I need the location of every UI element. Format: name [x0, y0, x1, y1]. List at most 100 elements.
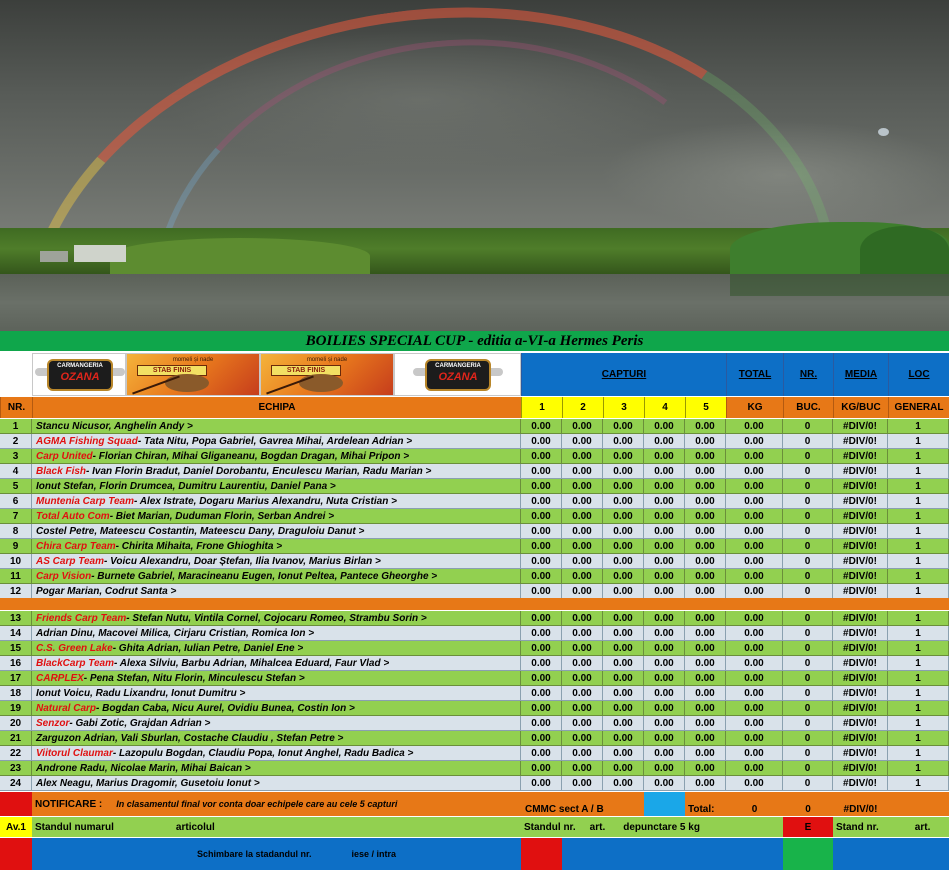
capture-5-value: 0.00: [685, 611, 726, 626]
table-row: 2 AGMA Fishing Squad - Tata Nitu, Popa Ga…: [0, 434, 949, 449]
media-value: #DIV/0!: [833, 626, 888, 641]
team-members: - Voicu Alexandru, Doar Ștefan, Ilia Iva…: [103, 555, 381, 567]
team-members: - Alex Istrate, Dogaru Marius Alexandru,…: [133, 495, 397, 507]
table-row: 24 Alex Neagu, Marius Dragomir, Gusetoiu …: [0, 776, 949, 791]
standul-numarul-label: Standul numarul: [35, 821, 114, 833]
buc-value: 0: [783, 671, 833, 686]
total-kg-value: 0.00: [726, 509, 783, 524]
capture-1-value: 0.00: [521, 584, 562, 599]
capture-4-value: 0.00: [644, 656, 685, 671]
total-kg-value: 0.00: [726, 776, 783, 791]
team-cell: Carp United - Florian Chiran, Mihai Glig…: [32, 449, 521, 464]
capture-1-value: 0.00: [521, 494, 562, 509]
team-cell: Adrian Dinu, Macovei Milica, Cirjaru Cri…: [32, 626, 521, 641]
capture-1-value: 0.00: [521, 731, 562, 746]
capture-2-value: 0.00: [562, 464, 603, 479]
stab-finis-logo-left: momeli și nade STAB FINIS: [126, 353, 260, 396]
capture-5-value: 0.00: [685, 569, 726, 584]
notificare-cell: NOTIFICARE : In clasamentul final vor co…: [32, 792, 521, 816]
buc-value: 0: [783, 761, 833, 776]
row-number: 18: [0, 686, 32, 701]
loc-general-value: 1: [888, 746, 949, 761]
team-members: - Pena Stefan, Nitu Florin, Minculescu S…: [83, 672, 305, 684]
loc-general-value: 1: [888, 524, 949, 539]
media-value: #DIV/0!: [833, 419, 888, 434]
capture-1-value: 0.00: [521, 701, 562, 716]
table-row: 19 Natural Carp - Bogdan Caba, Nicu Aurel…: [0, 701, 949, 716]
table-row: 22 Viitorul Claumar - Lazopulu Bogdan, Cl…: [0, 746, 949, 761]
total-kg-value: 0.00: [726, 731, 783, 746]
row-number: 9: [0, 539, 32, 554]
capture-3-value: 0.00: [603, 494, 644, 509]
buc-value: 0: [783, 569, 833, 584]
media-value: #DIV/0!: [833, 509, 888, 524]
team-members: Costel Petre, Mateescu Costantin, Matees…: [36, 525, 365, 537]
media-value: #DIV/0!: [833, 656, 888, 671]
team-cell: Zarguzon Adrian, Vali Sburlan, Costache …: [32, 731, 521, 746]
cmmc-cell: CMMC sect A / B: [521, 792, 644, 816]
header-capture-5: 5: [685, 397, 726, 418]
loc-general-value: 1: [888, 611, 949, 626]
loc-general-value: 1: [888, 494, 949, 509]
capture-4-value: 0.00: [644, 464, 685, 479]
row-number: 14: [0, 626, 32, 641]
capture-4-value: 0.00: [644, 761, 685, 776]
team-name: Friends Carp Team: [36, 612, 127, 624]
total-kg-value: 0.00: [726, 611, 783, 626]
capture-3-value: 0.00: [603, 761, 644, 776]
capture-4-value: 0.00: [644, 434, 685, 449]
capture-4-value: 0.00: [644, 449, 685, 464]
team-name: Viitorul Claumar: [36, 747, 113, 759]
capture-5-value: 0.00: [685, 641, 726, 656]
capture-4-value: 0.00: [644, 686, 685, 701]
capture-3-value: 0.00: [603, 524, 644, 539]
row-number: 11: [0, 569, 32, 584]
team-cell: Black Fish - Ivan Florin Bradut, Daniel …: [32, 464, 521, 479]
notificare-marker: [0, 792, 32, 816]
total-kg-value: 0.00: [726, 641, 783, 656]
team-cell: Senzor - Gabi Zotic, Grajdan Adrian >: [32, 716, 521, 731]
stand-nr-cell: Stand nr. art.: [833, 817, 949, 837]
table-row: 9 Chira Carp Team - Chirita Mihaita, Fron…: [0, 539, 949, 554]
total-loc-empty: [888, 792, 949, 816]
capture-4-value: 0.00: [644, 569, 685, 584]
capture-1-value: 0.00: [521, 611, 562, 626]
capture-3-value: 0.00: [603, 419, 644, 434]
standul-nr-cell: Standul nr. art. depunctare 5 kg: [521, 817, 783, 837]
buc-value: 0: [783, 464, 833, 479]
capture-2-value: 0.00: [562, 716, 603, 731]
capture-2-value: 0.00: [562, 419, 603, 434]
capture-1-value: 0.00: [521, 434, 562, 449]
header-media: MEDIA: [833, 353, 888, 396]
capture-4-value: 0.00: [644, 746, 685, 761]
header-capturi: CAPTURI: [521, 353, 726, 396]
loc-general-value: 1: [888, 656, 949, 671]
capture-5-value: 0.00: [685, 761, 726, 776]
art2-label: art.: [914, 821, 931, 833]
table-row: 15 C.S. Green Lake - Ghita Adrian, Iulian…: [0, 641, 949, 656]
capture-1-value: 0.00: [521, 569, 562, 584]
team-name: Carp United: [36, 450, 93, 462]
team-members: - Stefan Nutu, Vintila Cornel, Cojocaru …: [126, 612, 427, 624]
row-number: 19: [0, 701, 32, 716]
capture-4-value: 0.00: [644, 611, 685, 626]
tree-cluster: [110, 238, 370, 274]
row-number: 13: [0, 611, 32, 626]
team-cell: CARPLEX - Pena Stefan, Nitu Florin, Minc…: [32, 671, 521, 686]
capture-2-value: 0.00: [562, 761, 603, 776]
row-number: 24: [0, 776, 32, 791]
capture-2-value: 0.00: [562, 686, 603, 701]
capture-4-value: 0.00: [644, 584, 685, 599]
capture-5-value: 0.00: [685, 656, 726, 671]
media-value: #DIV/0!: [833, 569, 888, 584]
capture-2-value: 0.00: [562, 701, 603, 716]
loc-general-value: 1: [888, 701, 949, 716]
team-members: - Florian Chiran, Mihai Gliganeanu, Bogd…: [92, 450, 410, 462]
capture-2-value: 0.00: [562, 671, 603, 686]
team-name: CARPLEX: [36, 672, 84, 684]
team-members: - Bogdan Caba, Nicu Aurel, Ovidiu Bunea,…: [96, 702, 355, 714]
capture-4-value: 0.00: [644, 539, 685, 554]
buc-value: 0: [783, 701, 833, 716]
team-cell: Friends Carp Team - Stefan Nutu, Vintila…: [32, 611, 521, 626]
team-name: Natural Carp: [36, 702, 97, 714]
